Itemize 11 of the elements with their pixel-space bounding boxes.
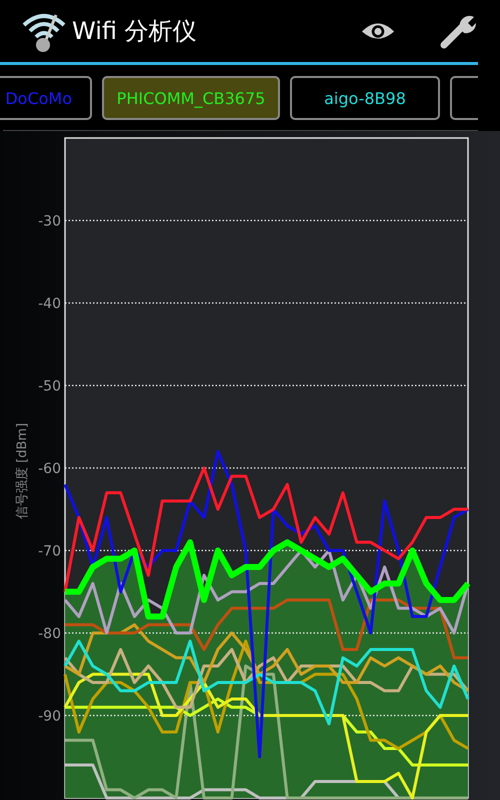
y-tick-label: -60 (38, 461, 61, 477)
y-tick-label: -90 (38, 708, 61, 724)
y-tick-label: -50 (38, 378, 61, 394)
y-tick-label: -80 (38, 626, 61, 642)
network-tab[interactable]: PHICOMM_CB3675 (102, 76, 280, 120)
network-tab[interactable]: aigo-8B98 (290, 76, 440, 120)
app-title: Wifi 分析仪 (72, 16, 198, 47)
y-tick-label: -30 (38, 214, 61, 230)
y-tick-label: -70 (38, 544, 61, 560)
y-axis-label: 信号强度 [dBm] (15, 422, 30, 520)
y-tick-label: -40 (38, 296, 61, 312)
